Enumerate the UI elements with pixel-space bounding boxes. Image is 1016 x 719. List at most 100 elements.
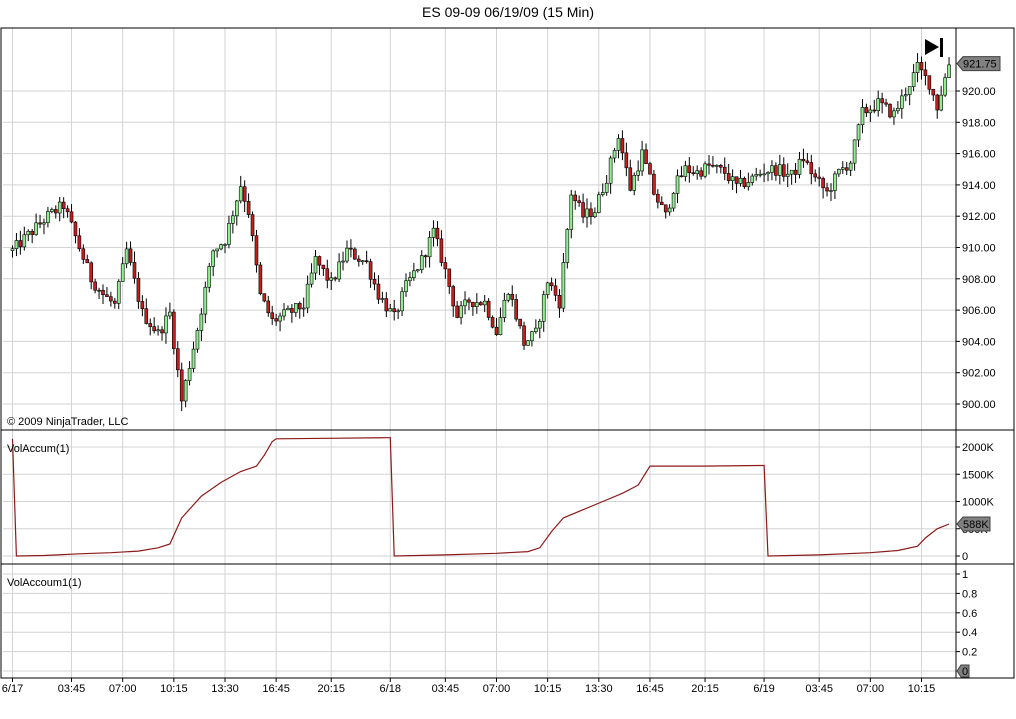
candle-down xyxy=(160,329,164,334)
time-tick-label: 07:00 xyxy=(483,683,511,695)
candle-up xyxy=(911,72,916,87)
candle-up xyxy=(561,262,566,309)
price-tick-label: 912.00 xyxy=(962,211,996,223)
candle-up xyxy=(294,303,298,313)
candle-down xyxy=(435,227,440,240)
candle-up xyxy=(789,169,794,175)
candle-up xyxy=(671,193,676,209)
candle-up xyxy=(778,164,782,176)
candle-up xyxy=(234,200,239,217)
candle-down xyxy=(128,248,133,263)
copyright-text: © 2009 NinjaTrader, LLC xyxy=(7,416,128,428)
candle-up xyxy=(612,150,617,159)
candle-down xyxy=(589,208,593,218)
candle-up xyxy=(785,173,790,177)
candle-down xyxy=(514,299,518,320)
candle-down xyxy=(61,201,66,209)
candle-down xyxy=(73,221,78,237)
price-tick-label: 906.00 xyxy=(962,305,996,317)
time-tick-label: 16:45 xyxy=(636,683,664,695)
play-marker-icon[interactable] xyxy=(925,38,943,57)
candle-down xyxy=(880,98,884,104)
time-tick-label: 20:15 xyxy=(691,683,719,695)
candle-down xyxy=(884,102,888,105)
candle-up xyxy=(585,208,589,218)
candle-down xyxy=(30,231,34,235)
candle-up xyxy=(766,172,770,175)
candle-up xyxy=(541,294,546,322)
candle-down xyxy=(349,247,353,250)
candle-up xyxy=(223,244,227,246)
time-tick-label: 13:30 xyxy=(585,683,613,695)
candle-down xyxy=(242,186,247,202)
candle-down xyxy=(652,173,656,195)
candle-down xyxy=(663,204,668,213)
candle-up xyxy=(907,86,912,95)
candle-down xyxy=(274,318,278,322)
candle-down xyxy=(813,173,818,178)
candle-down xyxy=(549,282,554,287)
candle-down xyxy=(699,170,703,177)
candle-up xyxy=(675,175,680,194)
candle-up xyxy=(943,77,947,96)
candle-down xyxy=(38,222,42,225)
candle-down xyxy=(105,294,109,297)
candle-down xyxy=(935,94,940,111)
candle-up xyxy=(191,348,196,369)
last-vol-label: 588K xyxy=(963,519,989,531)
price-tick-label: 908.00 xyxy=(962,274,996,286)
candle-up xyxy=(856,124,861,141)
time-tick-label: 03:45 xyxy=(58,683,86,695)
candle-up xyxy=(754,174,759,177)
candle-up xyxy=(667,207,672,213)
candle-up xyxy=(900,95,904,109)
candle-up xyxy=(750,175,755,183)
candle-up xyxy=(947,64,951,78)
vol-tick-label: 1000K xyxy=(962,497,994,509)
candle-down xyxy=(447,268,452,287)
candle-down xyxy=(518,318,522,327)
candle-down xyxy=(923,69,928,76)
candle-down xyxy=(53,209,58,214)
candle-down xyxy=(478,302,483,306)
candle-up xyxy=(301,307,306,310)
candle-up xyxy=(187,368,192,381)
candle-down xyxy=(553,285,558,296)
candle-down xyxy=(179,369,184,402)
price-tick-label: 910.00 xyxy=(962,243,996,255)
candle-up xyxy=(770,165,774,173)
candle-up xyxy=(22,234,27,248)
candle-down xyxy=(297,303,302,310)
candle-down xyxy=(290,308,294,313)
candle-up xyxy=(892,110,896,118)
vol-tick-label: 1500K xyxy=(962,469,994,481)
candle-down xyxy=(451,286,456,307)
volaccum-line xyxy=(11,437,950,557)
candle-up xyxy=(124,248,129,265)
candle-down xyxy=(392,308,396,313)
candle-up xyxy=(632,175,637,191)
candle-down xyxy=(927,75,932,90)
candle-up xyxy=(758,173,762,176)
candle-up xyxy=(939,94,943,111)
candle-down xyxy=(679,175,684,178)
candle-down xyxy=(333,277,337,280)
candle-up xyxy=(286,308,290,311)
candle-down xyxy=(109,296,113,302)
candle-up xyxy=(459,305,463,318)
candle-down xyxy=(659,201,664,206)
vol-tick-label: 2000K xyxy=(962,442,994,454)
axis-labels: 900.00 902.00 904.00 906.00 908.00 910.00 912.… xyxy=(2,56,1001,695)
time-tick-label: 6/19 xyxy=(753,683,774,695)
candle-up xyxy=(640,149,644,172)
candle-up xyxy=(309,272,314,285)
candle-down xyxy=(687,165,692,174)
candle-down xyxy=(781,164,786,177)
candle-down xyxy=(136,277,141,302)
candle-up xyxy=(215,248,219,252)
candle-up xyxy=(837,168,841,175)
vol-tick-label: 0 xyxy=(962,551,968,563)
chart-canvas[interactable]: 900.00 902.00 904.00 906.00 908.00 910.00 912.… xyxy=(0,0,1016,719)
volaccum-panel-title: VolAccum(1) xyxy=(7,443,69,455)
candle-down xyxy=(144,308,149,324)
